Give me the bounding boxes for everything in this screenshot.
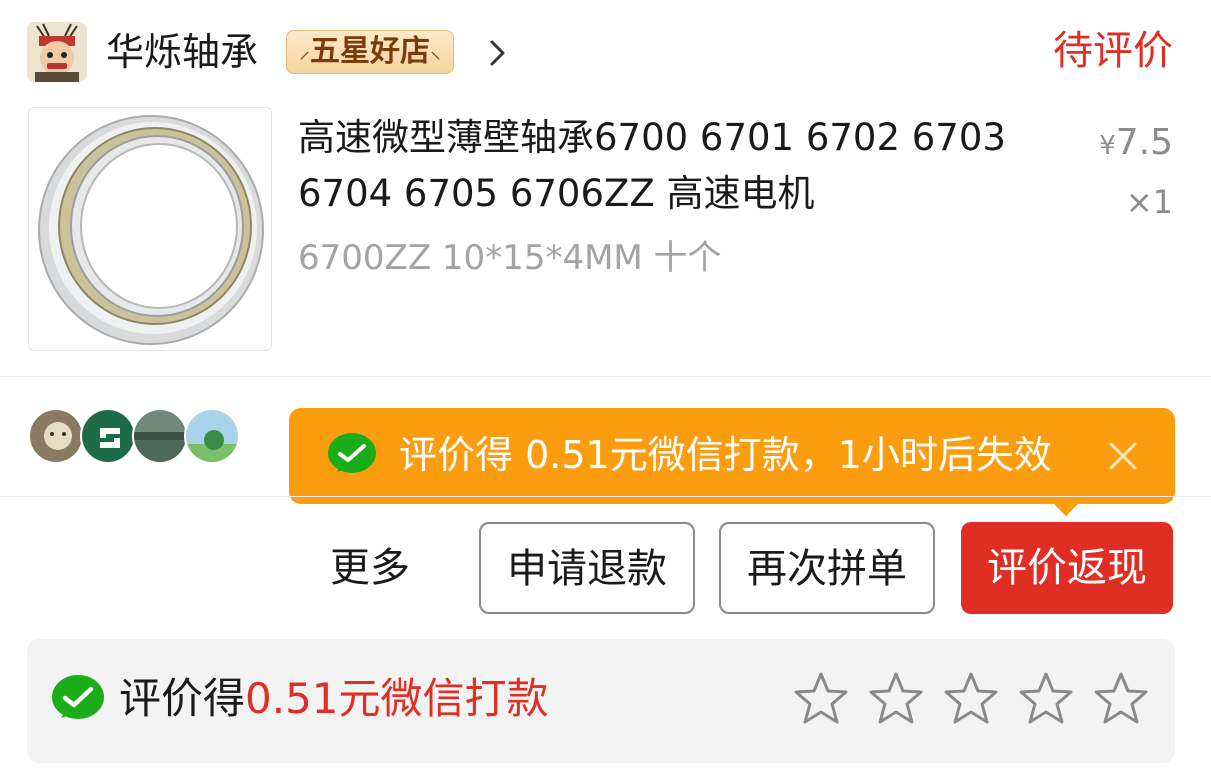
apply-refund-button[interactable]: 申请退款	[479, 522, 695, 614]
star-rating[interactable]	[791, 669, 1151, 729]
product-title[interactable]: 高速微型薄壁轴承6700 6701 6702 6703 6704 6705 67…	[298, 110, 1068, 222]
wechat-pay-icon	[52, 675, 104, 719]
avatar	[80, 408, 136, 464]
shop-avatar[interactable]	[27, 22, 87, 82]
close-icon[interactable]	[1105, 438, 1141, 474]
buyer-avatars[interactable]	[28, 408, 248, 464]
laurel-right-icon: ⸜	[430, 39, 442, 64]
wechat-pay-icon	[328, 433, 376, 473]
cashback-tip-text: 评价得 0.51元微信打款，1小时后失效	[399, 433, 1052, 477]
more-button[interactable]: 更多	[330, 540, 410, 596]
bearing-image	[29, 108, 271, 350]
currency-symbol: ¥	[1099, 131, 1116, 161]
star-icon[interactable]	[1091, 669, 1151, 729]
cashback-tip[interactable]: 评价得 0.51元微信打款，1小时后失效	[289, 408, 1175, 504]
rebuy-button[interactable]: 再次拼单	[719, 522, 935, 614]
shop-name[interactable]: 华烁轴承	[106, 28, 258, 76]
avatar	[28, 408, 84, 464]
shop-avatar-image	[27, 22, 87, 82]
divider	[0, 496, 1211, 497]
five-star-shop-badge[interactable]: ⸝ 五星好店 ⸜	[286, 30, 455, 74]
star-icon[interactable]	[941, 669, 1001, 729]
avatar	[184, 408, 240, 464]
laurel-left-icon: ⸝	[299, 39, 311, 64]
star-icon[interactable]	[866, 669, 926, 729]
product-spec: 6700ZZ 10*15*4MM 十个	[298, 238, 722, 278]
order-status: 待评价	[1053, 28, 1173, 74]
review-rating-strip[interactable]: 评价得0.51元微信打款	[27, 639, 1175, 763]
product-thumbnail[interactable]	[28, 107, 272, 351]
review-reward-text: 评价得0.51元微信打款	[119, 671, 549, 727]
product-price: ¥7.5	[1099, 120, 1173, 169]
divider	[0, 376, 1211, 377]
star-icon[interactable]	[1016, 669, 1076, 729]
reward-prefix: 评价得	[119, 674, 246, 723]
shop-header: 华烁轴承 ⸝ 五星好店 ⸜ 待评价	[0, 0, 1211, 100]
price-value: 7.5	[1115, 122, 1173, 163]
avatar	[132, 408, 188, 464]
product-quantity: ×1	[1125, 183, 1173, 221]
badge-label: 五星好店	[310, 34, 431, 69]
reward-amount: 0.51元微信打款	[245, 674, 549, 723]
tip-pointer	[1050, 500, 1082, 516]
review-cashback-button[interactable]: 评价返现	[961, 522, 1173, 614]
product-item[interactable]: 高速微型薄壁轴承6700 6701 6702 6703 6704 6705 67…	[0, 100, 1211, 376]
star-icon[interactable]	[791, 669, 851, 729]
chevron-right-icon[interactable]	[488, 38, 508, 68]
